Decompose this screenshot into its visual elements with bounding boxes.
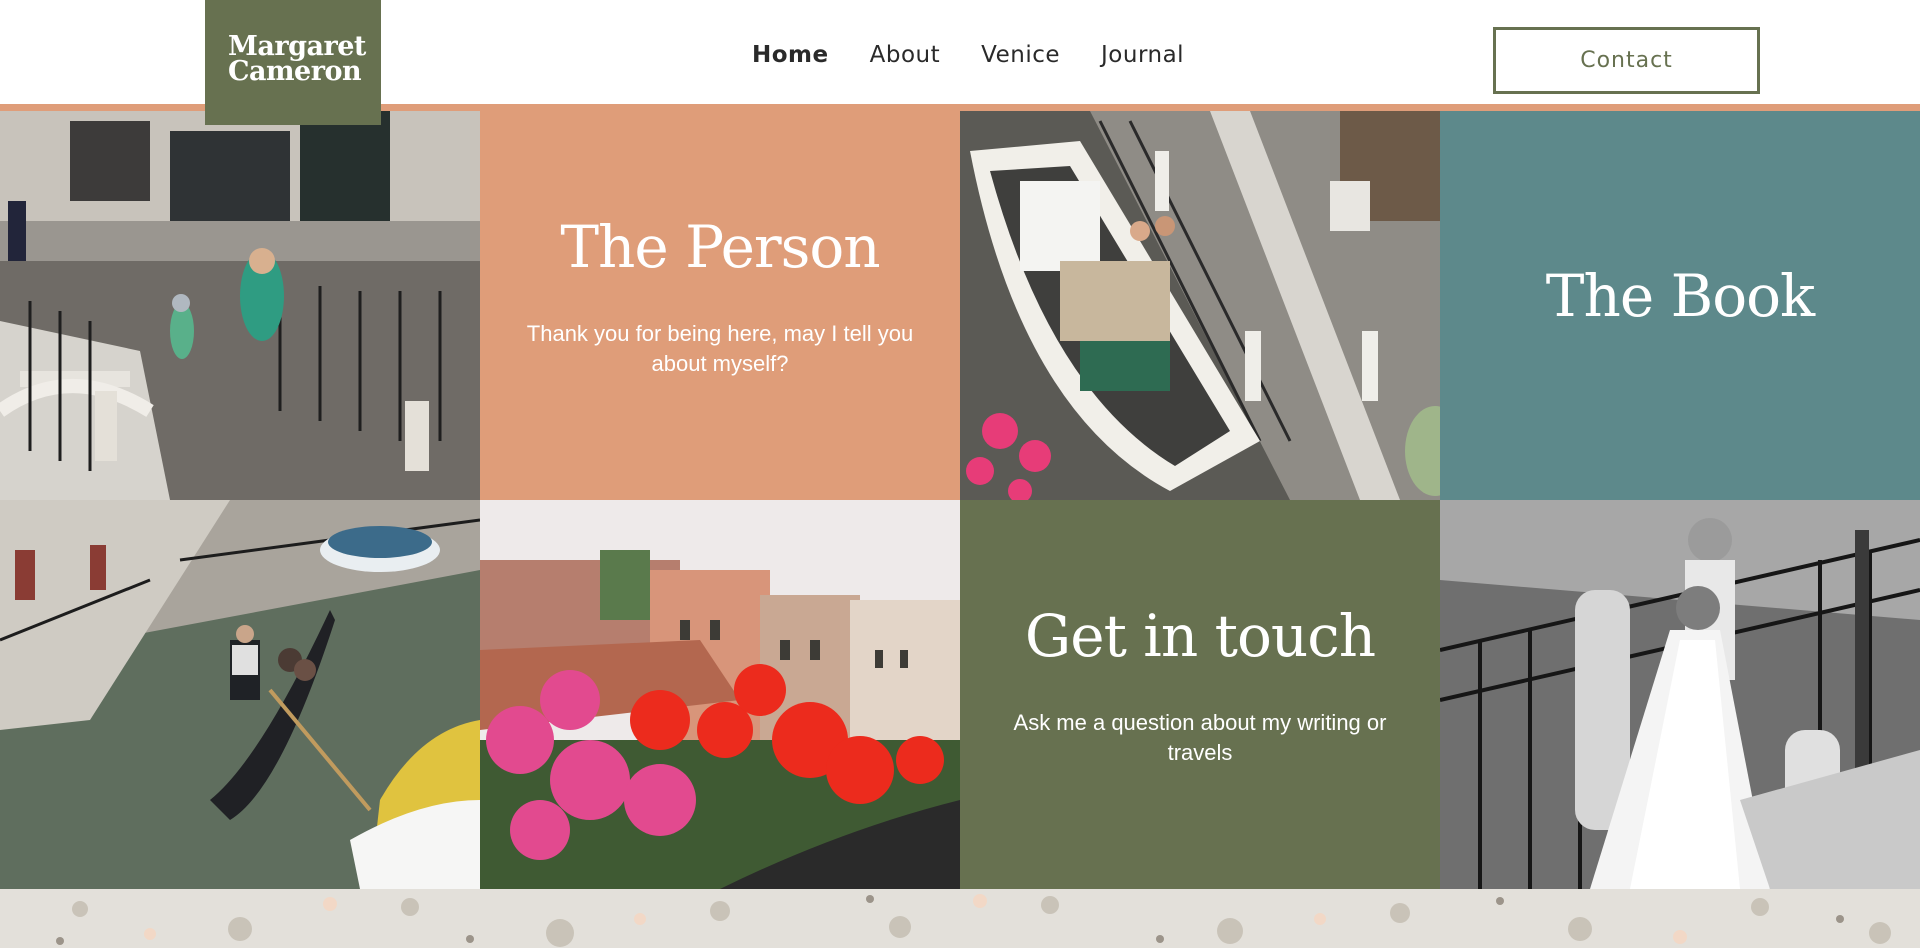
home-grid: The Person Thank you for being here, may… bbox=[0, 111, 1920, 889]
nav-venice[interactable]: Venice bbox=[981, 42, 1060, 68]
photo-canal-boat bbox=[960, 111, 1440, 500]
card-get-in-touch[interactable]: Get in touch Ask me a question about my … bbox=[960, 500, 1440, 889]
card-description: Ask me a question about my writing or tr… bbox=[1013, 709, 1387, 765]
card-title: The Book bbox=[1545, 261, 1815, 330]
card-description: Thank you for being here, may I tell you… bbox=[526, 320, 914, 376]
main-nav: Home About Venice Journal bbox=[752, 42, 1225, 68]
photo-wedding-couple bbox=[1440, 500, 1920, 889]
photo-bridge-street bbox=[0, 111, 480, 500]
card-the-book[interactable]: The Book bbox=[1440, 111, 1920, 500]
photo-flowers-rooftops bbox=[480, 500, 960, 889]
card-title: Get in touch bbox=[1024, 601, 1376, 670]
card-the-person[interactable]: The Person Thank you for being here, may… bbox=[480, 111, 960, 500]
nav-about[interactable]: About bbox=[870, 42, 941, 68]
terrazzo-footer-strip bbox=[0, 889, 1920, 948]
card-title: The Person bbox=[560, 212, 880, 281]
nav-journal[interactable]: Journal bbox=[1101, 42, 1184, 68]
contact-button[interactable]: Contact bbox=[1493, 27, 1760, 94]
nav-home[interactable]: Home bbox=[752, 42, 829, 68]
logo-line-first: Margaret bbox=[228, 30, 366, 62]
photo-gondola-canal bbox=[0, 500, 480, 889]
logo-line-last: Cameron bbox=[228, 55, 362, 87]
site-logo[interactable]: Margaret Cameron bbox=[205, 0, 381, 125]
